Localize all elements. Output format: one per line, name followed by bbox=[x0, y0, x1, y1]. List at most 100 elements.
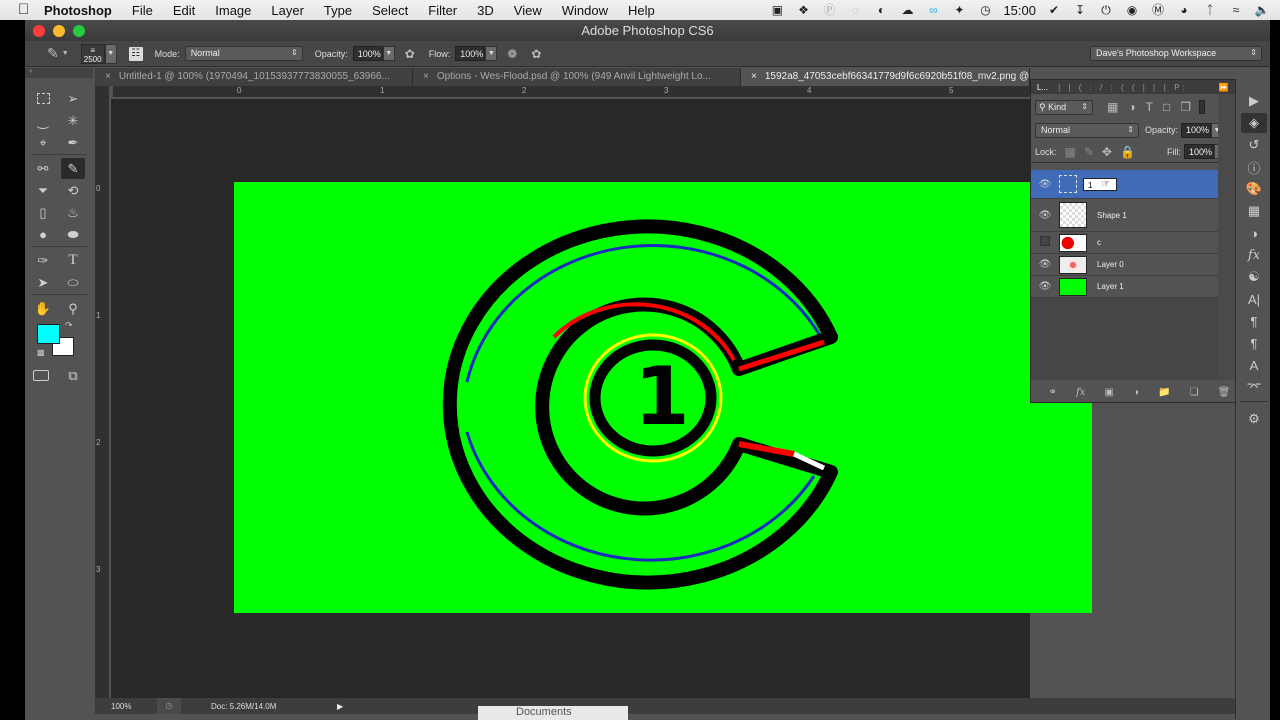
link-layers-icon[interactable]: ⚭ bbox=[1049, 387, 1057, 398]
add-style-icon[interactable]: fx bbox=[1076, 387, 1085, 398]
smart-object-filter-icon[interactable]: ❐ bbox=[1180, 100, 1191, 114]
character-icon[interactable]: A| bbox=[1241, 289, 1267, 309]
pen-tool[interactable]: ✑ bbox=[31, 250, 55, 271]
layer-row[interactable]: 👁 Layer 1 bbox=[1031, 276, 1219, 298]
layer-row[interactable]: c bbox=[1031, 232, 1219, 254]
blur-tool[interactable]: ● bbox=[31, 224, 55, 245]
opacity-dropdown[interactable]: ▼ bbox=[382, 46, 395, 61]
collapsed-tabs[interactable]: | | ( : / : ( ( | | ( P: bbox=[1058, 83, 1188, 92]
workspace-select[interactable]: Dave's Photoshop Workspace ⇕ bbox=[1090, 46, 1262, 61]
layer-name-input[interactable]: 1 bbox=[1083, 177, 1117, 191]
tab-options-wes-flood[interactable]: × Options - Wes-Flood.psd @ 100% (949 Anv… bbox=[413, 68, 741, 86]
menu-app-name[interactable]: Photoshop bbox=[44, 3, 112, 18]
target-icon[interactable]: ◉ bbox=[1124, 3, 1140, 17]
bluetooth-icon[interactable]: ᛏ bbox=[1202, 3, 1218, 17]
brush-tool[interactable]: ✎ bbox=[61, 158, 85, 179]
camera-record-icon[interactable]: ▣ bbox=[769, 3, 785, 17]
grid-icon[interactable]: ▦ bbox=[1241, 201, 1267, 221]
ellipse-tool[interactable]: ⬭ bbox=[61, 272, 85, 293]
lock-transparent-icon[interactable]: ▦ bbox=[1065, 145, 1076, 159]
lock-paint-icon[interactable]: ✎ bbox=[1084, 145, 1094, 159]
menu-edit[interactable]: Edit bbox=[173, 3, 195, 18]
document-canvas[interactable]: 1 bbox=[234, 182, 1092, 613]
visibility-eye-icon[interactable]: 👁 bbox=[1031, 281, 1059, 292]
stopwatch-icon[interactable]: ◷ bbox=[977, 3, 993, 17]
leaf-icon[interactable]: ◕ bbox=[1176, 3, 1192, 17]
brush-size-dropdown[interactable]: ▼ bbox=[104, 43, 117, 64]
visibility-eye-icon[interactable]: 👁 bbox=[1031, 210, 1059, 221]
dropbox-icon[interactable]: ❖ bbox=[795, 3, 811, 17]
volume-icon[interactable]: 🔈 bbox=[1254, 3, 1270, 17]
m-logo-icon[interactable]: Ⓜ bbox=[1150, 3, 1166, 17]
status-info-icon[interactable]: ◷ bbox=[157, 698, 181, 714]
toolbox-collapse-handle[interactable]: « bbox=[25, 68, 93, 78]
foreground-color-swatch[interactable] bbox=[37, 324, 60, 344]
visibility-eye-icon[interactable]: 👁 bbox=[1031, 259, 1059, 270]
menu-select[interactable]: Select bbox=[372, 3, 408, 18]
menu-window[interactable]: Window bbox=[562, 3, 608, 18]
channels-icon[interactable]: ☯ bbox=[1241, 267, 1267, 287]
pressure-opacity-icon[interactable]: ✿ bbox=[405, 47, 415, 61]
paint-bucket-tool[interactable]: ♨ bbox=[61, 202, 85, 223]
character-styles-icon[interactable]: A bbox=[1241, 355, 1267, 375]
screen-mode-button[interactable]: ⧉ bbox=[61, 365, 85, 386]
pixel-filter-icon[interactable]: ▦ bbox=[1107, 100, 1118, 114]
fill-input[interactable]: 100% bbox=[1183, 144, 1214, 159]
satellite-icon[interactable]: ✦ bbox=[951, 3, 967, 17]
menu-layer[interactable]: Layer bbox=[271, 3, 304, 18]
menu-image[interactable]: Image bbox=[215, 3, 251, 18]
zoom-tool[interactable]: ⚲ bbox=[61, 298, 85, 319]
clone-stamp-tool[interactable]: ⏷ bbox=[31, 180, 55, 201]
flow-input[interactable]: 100% bbox=[455, 46, 486, 61]
layers-tab[interactable]: L... bbox=[1037, 83, 1048, 92]
dodge-tool[interactable]: ⬬ bbox=[61, 224, 85, 245]
shape-filter-icon[interactable]: □ bbox=[1163, 100, 1170, 114]
history-brush-tool[interactable]: ⟲ bbox=[61, 180, 85, 201]
spot-healing-tool[interactable]: ⚯ bbox=[31, 158, 55, 179]
tab-active-document[interactable]: × 1592a8_47053cebf66341779d9f6c6920b51f08… bbox=[741, 68, 1030, 86]
tab-untitled-1[interactable]: × Untitled-1 @ 100% (1970494_101539377738… bbox=[95, 68, 413, 86]
close-tab-icon[interactable]: × bbox=[423, 71, 429, 82]
magic-wand-tool[interactable]: ✳ bbox=[61, 110, 85, 131]
hand-tool[interactable]: ✋ bbox=[31, 298, 55, 319]
eyedropper-tool[interactable]: ✒ bbox=[61, 132, 85, 153]
new-group-icon[interactable]: 📁 bbox=[1158, 387, 1170, 398]
wifi-icon[interactable]: ≈ bbox=[1228, 3, 1244, 17]
brush-tool-preset-icon[interactable]: ✎ bbox=[47, 45, 59, 62]
layer-opacity-input[interactable]: 100% bbox=[1181, 122, 1212, 138]
play-action-icon[interactable]: ▶ bbox=[1241, 91, 1267, 111]
visibility-eye-icon[interactable]: 👁 bbox=[1031, 179, 1059, 190]
pressure-size-icon[interactable]: ✿ bbox=[531, 47, 541, 61]
eraser-tool[interactable]: ▯ bbox=[31, 202, 55, 223]
visibility-toggle-empty[interactable] bbox=[1031, 236, 1059, 249]
close-tab-icon[interactable]: × bbox=[751, 71, 757, 82]
type-filter-icon[interactable]: T bbox=[1146, 100, 1153, 114]
download-box-icon[interactable]: ↧ bbox=[1072, 3, 1088, 17]
infinity-sync-icon[interactable]: ∞ bbox=[925, 3, 941, 17]
swatches-palette-icon[interactable]: 🎨 bbox=[1241, 179, 1267, 199]
blend-mode-select[interactable]: Normal ⇕ bbox=[1035, 122, 1139, 138]
lasso-tool[interactable]: ⏝ bbox=[31, 110, 55, 131]
paragraph-icon[interactable]: ¶ bbox=[1241, 311, 1267, 331]
quick-mask-button[interactable] bbox=[29, 365, 53, 386]
info-icon[interactable]: ⓘ bbox=[1241, 157, 1267, 177]
crop-tool[interactable]: ⌖ bbox=[31, 132, 55, 153]
layers-dock-icon[interactable]: ◈ bbox=[1241, 113, 1267, 133]
lock-all-icon[interactable]: 🔒 bbox=[1120, 145, 1135, 159]
clock-time[interactable]: 15:00 bbox=[1003, 3, 1036, 18]
d-icon[interactable]: Ⓟ bbox=[821, 3, 837, 17]
layer-row[interactable]: 👁 Shape 1 bbox=[1031, 199, 1219, 232]
menu-type[interactable]: Type bbox=[324, 3, 352, 18]
filter-kind-select[interactable]: ⚲ Kind ⇕ bbox=[1035, 99, 1093, 115]
paragraph-styles-icon[interactable]: ¶ bbox=[1241, 333, 1267, 353]
airbrush-icon[interactable]: ❁ bbox=[507, 47, 517, 61]
zoom-level[interactable]: 100% bbox=[111, 702, 157, 711]
path-selection-tool[interactable]: ➤ bbox=[31, 272, 55, 293]
add-mask-icon[interactable]: ▣ bbox=[1104, 387, 1113, 398]
swap-colors-icon[interactable]: ↷ bbox=[65, 320, 73, 331]
status-menu-arrow-icon[interactable]: ▶ bbox=[337, 702, 343, 711]
opacity-input[interactable]: 100% bbox=[352, 46, 383, 61]
rectangular-marquee-tool[interactable] bbox=[31, 88, 55, 109]
brush-size-picker[interactable]: ≡ 2500 bbox=[80, 43, 105, 64]
brush-panel-toggle-icon[interactable]: ☷ bbox=[128, 46, 143, 61]
